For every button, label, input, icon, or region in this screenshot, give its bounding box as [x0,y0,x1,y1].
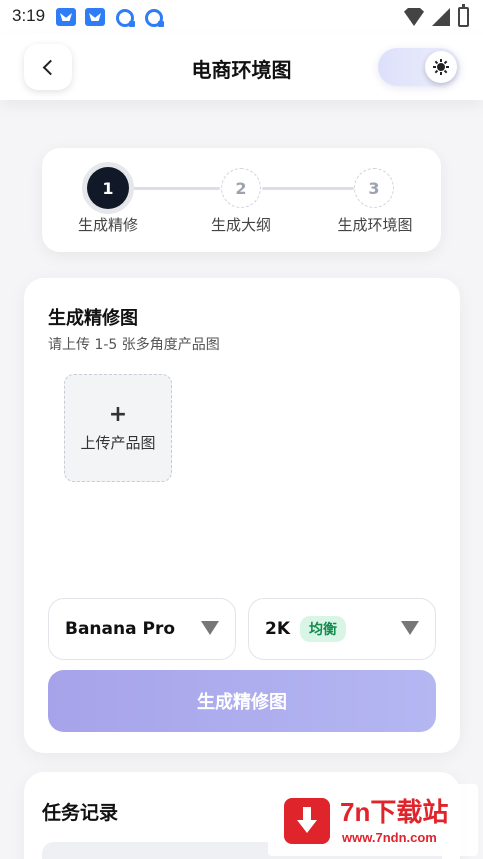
app-header: 电商环境图 [0,34,483,100]
resolution-select-value: 2K [265,619,291,639]
watermark-logo [284,798,330,844]
upload-product-image-button[interactable]: + 上传产品图 [64,374,172,482]
caret-down-icon [401,621,419,635]
plus-icon: + [108,401,128,427]
wifi-icon [404,8,424,26]
step-1-circle: 1 [87,167,129,209]
bird-app-icon [85,8,105,26]
q-app-icon [145,9,164,27]
step-3-circle: 3 [354,168,394,208]
model-select-value: Banana Pro [65,619,176,639]
watermark-name: 7n下载站 [340,797,449,827]
stepper-card: 1 2 3 生成精修 生成大纲 生成环境图 [42,148,441,252]
theme-toggle-knob [425,51,457,83]
watermark-badge: 7n下载站 www.7ndn.com [268,784,478,856]
status-indicators [404,4,469,27]
task-record-title: 任务记录 [42,802,119,824]
step-2-label: 生成大纲 [210,216,271,234]
refine-card: 生成精修图 请上传 1-5 张多角度产品图 + 上传产品图 Banana Pro… [24,278,460,753]
status-time: 3:19 [12,6,46,25]
download-arrow-icon [297,807,317,833]
upload-hint: 请上传 1-5 张多角度产品图 [48,337,220,353]
status-bar: 3:19 [0,0,483,34]
step-1-label: 生成精修 [77,216,138,234]
q-app-icon [116,9,135,27]
caret-down-icon [201,621,219,635]
watermark-url: www.7ndn.com [342,830,437,845]
step-2-circle: 2 [221,168,261,208]
step-connector [262,187,354,190]
resolution-select[interactable]: 2K 均衡 [248,598,436,660]
sun-icon [433,59,449,75]
bird-app-icon [56,8,76,26]
step-3-label: 生成环境图 [337,216,413,234]
theme-toggle[interactable] [378,48,460,86]
model-select[interactable]: Banana Pro [48,598,236,660]
quality-badge: 均衡 [300,616,347,642]
step-connector [128,187,220,190]
battery-icon [458,4,469,27]
generate-refined-image-button[interactable]: 生成精修图 [48,670,436,732]
signal-icon [432,8,450,26]
upload-label: 上传产品图 [80,433,156,452]
section-title: 生成精修图 [48,308,138,329]
